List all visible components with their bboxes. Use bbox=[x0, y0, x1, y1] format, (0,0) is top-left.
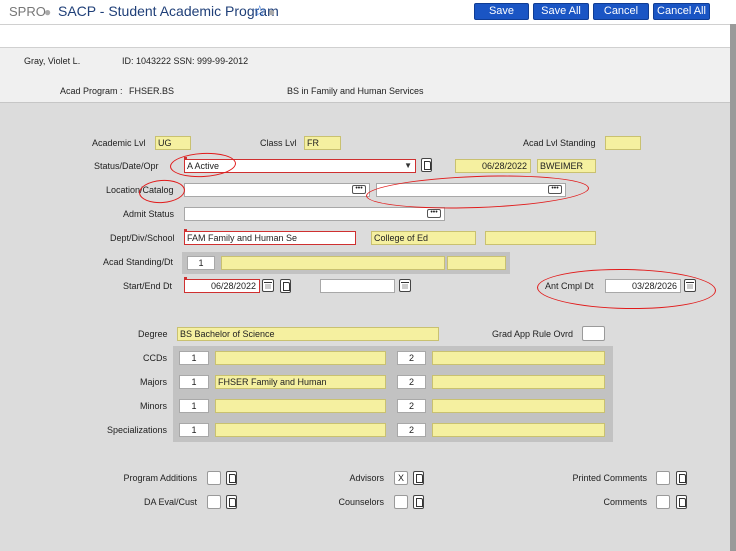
school-field bbox=[485, 231, 596, 245]
separator-dot-icon: ● bbox=[268, 5, 276, 19]
minors-num-1[interactable]: 1 bbox=[179, 399, 209, 413]
div-field: College of Ed bbox=[371, 231, 476, 245]
document-icon[interactable] bbox=[280, 279, 291, 293]
acad-standing-num[interactable]: 1 bbox=[187, 256, 215, 270]
academic-lvl-field: UG bbox=[155, 136, 191, 150]
degree-field: BS Bachelor of Science bbox=[177, 327, 439, 341]
document-icon[interactable] bbox=[413, 471, 424, 485]
printed-comments-checkbox[interactable] bbox=[656, 471, 670, 485]
acad-program-label: Acad Program : bbox=[60, 86, 123, 96]
separator-dot-icon: ● bbox=[44, 5, 52, 19]
class-lvl-label: Class Lvl bbox=[260, 138, 297, 148]
advisors-label: Advisors bbox=[349, 473, 384, 483]
ccds-num-1[interactable]: 1 bbox=[179, 351, 209, 365]
document-icon[interactable] bbox=[421, 158, 432, 172]
required-mark bbox=[184, 229, 187, 232]
status-date-opr-label: Status/Date/Opr bbox=[94, 161, 159, 171]
calendar-icon[interactable] bbox=[262, 279, 274, 292]
minors-field-1 bbox=[215, 399, 386, 413]
document-icon[interactable] bbox=[413, 495, 424, 509]
admit-status-label: Admit Status bbox=[123, 209, 175, 219]
program-additions-checkbox[interactable] bbox=[207, 471, 221, 485]
location-field[interactable]: ••• bbox=[184, 183, 370, 197]
ccds-label: CCDs bbox=[143, 353, 167, 363]
majors-num-2[interactable]: 2 bbox=[397, 375, 426, 389]
student-ids: ID: 1043222 SSN: 999-99-2012 bbox=[122, 56, 249, 66]
comments-label: Comments bbox=[603, 497, 647, 507]
status-opr-field: BWEIMER bbox=[537, 159, 596, 173]
status-date-field: 06/28/2022 bbox=[455, 159, 531, 173]
start-date-field[interactable]: 06/28/2022 bbox=[184, 279, 260, 293]
document-icon[interactable] bbox=[226, 471, 237, 485]
ccds-field-1 bbox=[215, 351, 386, 365]
counselors-checkbox[interactable] bbox=[394, 495, 408, 509]
comments-checkbox[interactable] bbox=[656, 495, 670, 509]
document-icon[interactable] bbox=[676, 495, 687, 509]
dept-div-school-label: Dept/Div/School bbox=[110, 233, 175, 243]
counselors-label: Counselors bbox=[338, 497, 384, 507]
specializations-label: Specializations bbox=[106, 425, 167, 435]
majors-field-2 bbox=[432, 375, 605, 389]
grad-app-rule-ovrd-label: Grad App Rule Ovrd bbox=[492, 329, 574, 339]
scrollbar[interactable] bbox=[730, 24, 736, 551]
specializations-field-2 bbox=[432, 423, 605, 437]
acad-program-code: FHSER.BS bbox=[129, 86, 175, 96]
cancel-all-button[interactable]: Cancel All bbox=[653, 3, 710, 20]
save-all-button[interactable]: Save All bbox=[533, 3, 589, 20]
da-eval-cust-label: DA Eval/Cust bbox=[143, 497, 197, 507]
document-icon[interactable] bbox=[226, 495, 237, 509]
acad-standing-field bbox=[221, 256, 445, 270]
da-eval-cust-checkbox[interactable] bbox=[207, 495, 221, 509]
program-additions-label: Program Additions bbox=[123, 473, 197, 483]
calendar-icon[interactable] bbox=[399, 279, 411, 292]
required-mark bbox=[184, 277, 187, 280]
acad-lvl-standing-field bbox=[605, 136, 641, 150]
degree-label: Degree bbox=[138, 329, 168, 339]
acad-standing-dt-label: Acad Standing/Dt bbox=[103, 257, 174, 267]
minors-field-2 bbox=[432, 399, 605, 413]
save-button[interactable]: Save bbox=[474, 3, 529, 20]
lookup-ellipsis-icon[interactable]: ••• bbox=[352, 185, 366, 194]
majors-field-1: FHSER Family and Human bbox=[215, 375, 386, 389]
page-title: SACP - Student Academic Program bbox=[58, 3, 279, 19]
majors-label: Majors bbox=[139, 377, 167, 387]
acad-standing-dt-field bbox=[447, 256, 506, 270]
ccds-num-2[interactable]: 2 bbox=[397, 351, 426, 365]
acad-lvl-standing-label: Acad Lvl Standing bbox=[523, 138, 596, 148]
ccds-field-2 bbox=[432, 351, 605, 365]
class-lvl-field: FR bbox=[304, 136, 341, 150]
minors-num-2[interactable]: 2 bbox=[397, 399, 426, 413]
printed-comments-label: Printed Comments bbox=[572, 473, 647, 483]
majors-num-1[interactable]: 1 bbox=[179, 375, 209, 389]
specializations-num-2[interactable]: 2 bbox=[397, 423, 426, 437]
app-code: SPRO bbox=[9, 4, 46, 19]
lookup-ellipsis-icon[interactable]: ••• bbox=[427, 209, 441, 218]
dept-field[interactable]: FAM Family and Human Se bbox=[184, 231, 356, 245]
admit-status-field[interactable]: ••• bbox=[184, 207, 445, 221]
grad-app-rule-ovrd-field[interactable] bbox=[582, 326, 605, 341]
document-icon[interactable] bbox=[676, 471, 687, 485]
end-date-field[interactable] bbox=[320, 279, 395, 293]
start-end-dt-label: Start/End Dt bbox=[123, 281, 173, 291]
chevron-down-icon: ▼ bbox=[404, 161, 412, 170]
toolbar-strip bbox=[0, 24, 736, 48]
cancel-button[interactable]: Cancel bbox=[593, 3, 649, 20]
favorite-star-icon[interactable]: ☆ bbox=[253, 2, 266, 20]
specializations-num-1[interactable]: 1 bbox=[179, 423, 209, 437]
advisors-checkbox[interactable]: X bbox=[394, 471, 408, 485]
minors-label: Minors bbox=[139, 401, 167, 411]
academic-lvl-label: Academic Lvl bbox=[92, 138, 146, 148]
student-name: Gray, Violet L. bbox=[24, 56, 81, 66]
acad-program-desc: BS in Family and Human Services bbox=[287, 86, 424, 96]
specializations-field-1 bbox=[215, 423, 386, 437]
